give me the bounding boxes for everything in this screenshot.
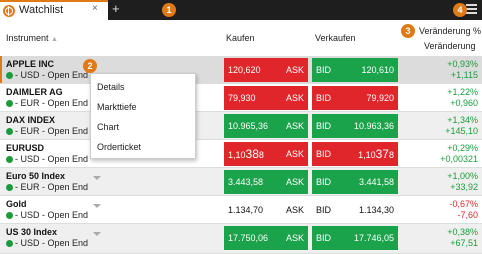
buy-price-button[interactable]: 1.134,70 ASK — [224, 198, 308, 222]
instrument-sub: - USD - Open End — [6, 210, 88, 220]
instrument-sub: - EUR - Open End — [6, 126, 88, 136]
instrument-sub: - USD - Open End — [6, 70, 88, 80]
change-cell: +0,93% +1,115 — [447, 59, 478, 80]
table-row[interactable]: US 30 Index - USD - Open End 17.750,06 AS… — [0, 224, 482, 254]
change-cell: +1,34% +145,10 — [445, 115, 478, 136]
instrument-sub: - USD - Open End — [6, 238, 88, 248]
sell-price-button[interactable]: BID 10.963,36 — [312, 114, 398, 138]
menu-item-markttiefe[interactable]: Markttiefe — [97, 102, 137, 112]
sort-asc-icon: ▲ — [51, 36, 58, 43]
table-row[interactable]: Euro 50 Index - EUR - Open End 3.443,58 A… — [0, 168, 482, 196]
menu-item-details[interactable]: Details — [97, 82, 125, 92]
chevron-down-icon[interactable] — [93, 232, 101, 236]
column-header-change[interactable]: Veränderung — [424, 41, 476, 51]
close-icon[interactable]: × — [92, 3, 98, 14]
chevron-down-icon[interactable] — [93, 204, 101, 208]
change-cell: -0,67% -7,60 — [449, 199, 478, 220]
instrument-name: US 30 Index — [6, 227, 58, 237]
table-row[interactable]: Gold - USD - Open End 1.134,70 ASK BID 1.1… — [0, 196, 482, 224]
callout-badge-4: 4 — [453, 3, 467, 17]
instrument-sub: - EUR - Open End — [6, 182, 88, 192]
column-header-sell[interactable]: Verkaufen — [315, 33, 356, 43]
status-dot-icon — [6, 240, 13, 248]
context-menu: Details Markttiefe Chart Orderticket — [90, 73, 196, 159]
instrument-name: DAIMLER AG — [6, 87, 63, 97]
table-row[interactable]: EURUSD - USD - Open End 1,10388 ASK BID 1,… — [0, 140, 482, 168]
instrument-name: EURUSD — [6, 143, 45, 153]
instrument-name: Gold — [6, 199, 27, 209]
buy-price-button[interactable]: 1,10388 ASK — [224, 142, 308, 166]
sell-price-button[interactable]: BID 17.746,05 — [312, 226, 398, 250]
table-row[interactable]: DAIMLER AG - EUR - Open End 79,930 ASK BI… — [0, 84, 482, 112]
callout-badge-2: 2 — [83, 59, 97, 73]
title-bar: Watchlist × + — [0, 0, 482, 20]
column-header-instrument[interactable]: Instrument ▲ — [6, 33, 58, 43]
instrument-sub: - USD - Open End — [6, 154, 88, 164]
menu-item-chart[interactable]: Chart — [97, 122, 119, 132]
instrument-sub: - EUR - Open End — [6, 98, 88, 108]
status-dot-icon — [6, 156, 13, 164]
change-cell: +0,38% +67,51 — [447, 227, 478, 248]
status-dot-icon — [6, 184, 13, 192]
buy-price-button[interactable]: 3.443,58 ASK — [224, 170, 308, 194]
menu-item-orderticket[interactable]: Orderticket — [97, 142, 141, 152]
tab-watchlist[interactable]: Watchlist × — [0, 0, 108, 20]
change-cell: +0,29% +0,00321 — [440, 143, 478, 164]
sell-price-button[interactable]: BID 3.441,58 — [312, 170, 398, 194]
globe-icon — [3, 5, 15, 17]
change-cell: +1,22% +0,960 — [447, 87, 478, 108]
instrument-name: Euro 50 Index — [6, 171, 66, 181]
sell-price-button[interactable]: BID 120,610 — [312, 58, 398, 82]
sell-price-button[interactable]: BID 79,920 — [312, 86, 398, 110]
change-cell: +1,00% +33,92 — [447, 171, 478, 192]
hamburger-icon[interactable] — [466, 4, 477, 16]
status-dot-icon — [6, 128, 13, 136]
sell-price-button[interactable]: BID 1.134,30 — [312, 198, 398, 222]
table-row[interactable]: APPLE INC - USD - Open End 120,620 ASK BI… — [0, 56, 482, 84]
status-dot-icon — [6, 100, 13, 108]
buy-price-button[interactable]: 10.965,36 ASK — [224, 114, 308, 138]
table-row[interactable]: DAX INDEX - EUR - Open End 10.965,36 ASK … — [0, 112, 482, 140]
status-dot-icon — [6, 72, 13, 80]
buy-price-button[interactable]: 120,620 ASK — [224, 58, 308, 82]
buy-price-button[interactable]: 79,930 ASK — [224, 86, 308, 110]
status-dot-icon — [6, 212, 13, 220]
sell-price-button[interactable]: BID 1,10378 — [312, 142, 398, 166]
column-header-buy[interactable]: Kaufen — [226, 33, 255, 43]
column-header-change-pct[interactable]: Veränderung % — [419, 26, 481, 36]
add-tab-button[interactable]: + — [112, 1, 120, 16]
instrument-name: DAX INDEX — [6, 115, 56, 125]
callout-badge-3: 3 — [401, 24, 415, 38]
callout-badge-1: 1 — [162, 3, 176, 17]
tab-title: Watchlist — [19, 4, 64, 16]
chevron-down-icon[interactable] — [93, 176, 101, 180]
instrument-name: APPLE INC — [6, 59, 55, 69]
buy-price-button[interactable]: 17.750,06 ASK — [224, 226, 308, 250]
